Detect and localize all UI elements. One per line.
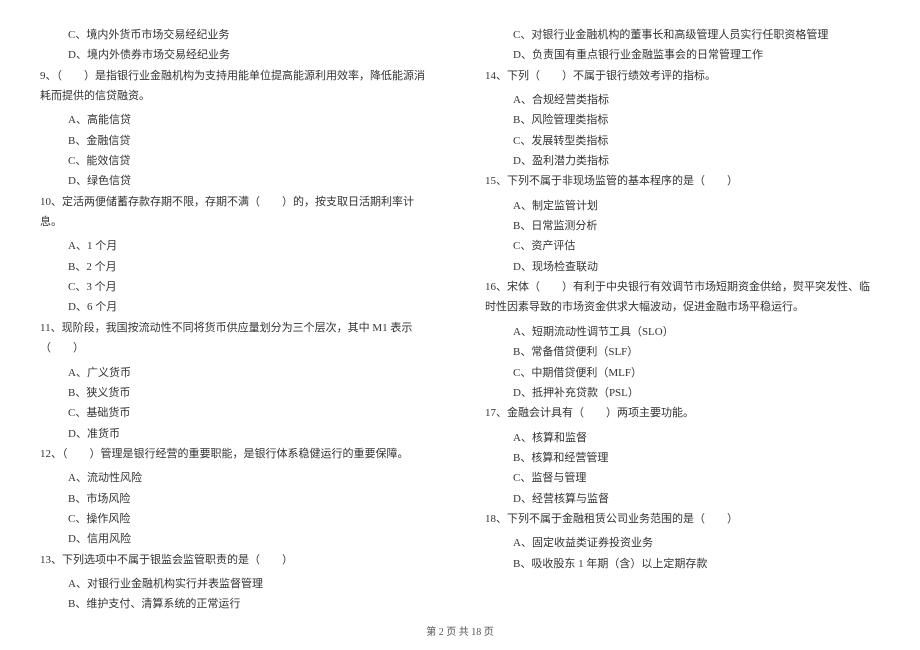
q12-option-b: B、市场风险 bbox=[40, 489, 435, 509]
q10-option-b: B、2 个月 bbox=[40, 257, 435, 277]
q12-text: 12、（ ）管理是银行经营的重要职能，是银行体系稳健运行的重要保障。 bbox=[40, 444, 435, 464]
q12-option-d: D、信用风险 bbox=[40, 529, 435, 549]
q10-text: 10、定活两便储蓄存款存期不限，存期不满（ ）的，按支取日活期利率计息。 bbox=[40, 192, 435, 233]
q18-text: 18、下列不属于金融租赁公司业务范围的是（ ） bbox=[485, 509, 880, 529]
q11-option-d: D、准货币 bbox=[40, 424, 435, 444]
q13-option-d: D、负责国有重点银行业金融监事会的日常管理工作 bbox=[485, 45, 880, 65]
q17-option-c: C、监督与管理 bbox=[485, 468, 880, 488]
page-content: C、境内外货币市场交易经纪业务 D、境内外债券市场交易经纪业务 9、（ ）是指银… bbox=[40, 25, 880, 605]
q10-option-d: D、6 个月 bbox=[40, 297, 435, 317]
q10-option-a: A、1 个月 bbox=[40, 236, 435, 256]
q17-option-d: D、经营核算与监督 bbox=[485, 489, 880, 509]
q16-text: 16、宋体（ ）有利于中央银行有效调节市场短期资金供给，熨平突发性、临时性因素导… bbox=[485, 277, 880, 318]
q17-option-b: B、核算和经营管理 bbox=[485, 448, 880, 468]
q8-option-c: C、境内外货币市场交易经纪业务 bbox=[40, 25, 435, 45]
q8-option-d: D、境内外债券市场交易经纪业务 bbox=[40, 45, 435, 65]
q12-option-a: A、流动性风险 bbox=[40, 468, 435, 488]
right-column: C、对银行业金融机构的董事长和高级管理人员实行任职资格管理 D、负责国有重点银行… bbox=[485, 25, 880, 605]
q16-option-b: B、常备借贷便利（SLF） bbox=[485, 342, 880, 362]
q15-option-a: A、制定监管计划 bbox=[485, 196, 880, 216]
q15-option-b: B、日常监测分析 bbox=[485, 216, 880, 236]
q15-option-c: C、资产评估 bbox=[485, 236, 880, 256]
q11-option-b: B、狭义货币 bbox=[40, 383, 435, 403]
left-column: C、境内外货币市场交易经纪业务 D、境内外债券市场交易经纪业务 9、（ ）是指银… bbox=[40, 25, 435, 605]
q11-option-c: C、基础货币 bbox=[40, 403, 435, 423]
q18-option-b: B、吸收股东 1 年期（含）以上定期存款 bbox=[485, 554, 880, 574]
q14-option-c: C、发展转型类指标 bbox=[485, 131, 880, 151]
q9-option-c: C、能效信贷 bbox=[40, 151, 435, 171]
q14-text: 14、下列（ ）不属于银行绩效考评的指标。 bbox=[485, 66, 880, 86]
page-footer: 第 2 页 共 18 页 bbox=[0, 623, 920, 638]
q13-option-c: C、对银行业金融机构的董事长和高级管理人员实行任职资格管理 bbox=[485, 25, 880, 45]
q14-option-b: B、风险管理类指标 bbox=[485, 110, 880, 130]
q12-option-c: C、操作风险 bbox=[40, 509, 435, 529]
q9-option-d: D、绿色信贷 bbox=[40, 171, 435, 191]
q18-option-a: A、固定收益类证券投资业务 bbox=[485, 533, 880, 553]
q9-option-a: A、高能信贷 bbox=[40, 110, 435, 130]
q17-text: 17、金融会计具有（ ）两项主要功能。 bbox=[485, 403, 880, 423]
q11-text: 11、现阶段，我国按流动性不同将货币供应量划分为三个层次，其中 M1 表示（ ） bbox=[40, 318, 435, 359]
q9-text: 9、（ ）是指银行业金融机构为支持用能单位提高能源利用效率，降低能源消耗而提供的… bbox=[40, 66, 435, 107]
q15-text: 15、下列不属于非现场监管的基本程序的是（ ） bbox=[485, 171, 880, 191]
q13-text: 13、下列选项中不属于银监会监管职责的是（ ） bbox=[40, 550, 435, 570]
q15-option-d: D、现场检查联动 bbox=[485, 257, 880, 277]
q16-option-d: D、抵押补充贷款（PSL） bbox=[485, 383, 880, 403]
q13-option-b: B、维护支付、清算系统的正常运行 bbox=[40, 594, 435, 614]
q10-option-c: C、3 个月 bbox=[40, 277, 435, 297]
q9-option-b: B、金融信贷 bbox=[40, 131, 435, 151]
q14-option-d: D、盈利潜力类指标 bbox=[485, 151, 880, 171]
q17-option-a: A、核算和监督 bbox=[485, 428, 880, 448]
q16-option-c: C、中期借贷便利（MLF） bbox=[485, 363, 880, 383]
q16-option-a: A、短期流动性调节工具（SLO） bbox=[485, 322, 880, 342]
q11-option-a: A、广义货币 bbox=[40, 363, 435, 383]
q13-option-a: A、对银行业金融机构实行并表监督管理 bbox=[40, 574, 435, 594]
q14-option-a: A、合规经营类指标 bbox=[485, 90, 880, 110]
